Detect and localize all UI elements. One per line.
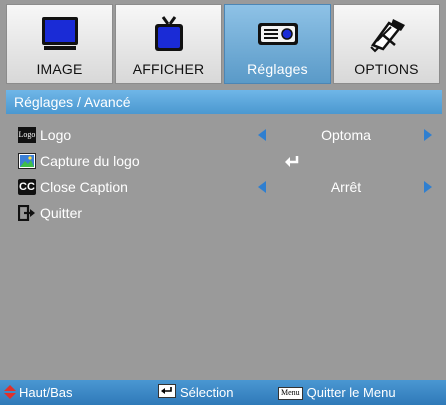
arrow-right-icon[interactable] [424, 181, 432, 193]
menu-item-close-caption[interactable]: CC Close Caption Arrêt [6, 176, 432, 198]
tab-label: Réglages [247, 61, 308, 77]
cc-icon: CC [18, 179, 36, 195]
help-select-label: Sélection [180, 385, 234, 400]
arrow-left-icon[interactable] [258, 181, 266, 193]
tab-afficher[interactable]: AFFICHER [115, 4, 222, 84]
breadcrumb: Réglages / Avancé [6, 90, 442, 114]
menu-item-value: Arrêt [330, 179, 362, 195]
menu-item-logo[interactable]: Logo Logo Optoma [6, 124, 432, 146]
osd-menu: IMAGE AFFICHER Réglages OPTIONS Réglages… [0, 0, 446, 405]
menu-item-label: Close Caption [40, 179, 128, 195]
up-down-icon [4, 385, 16, 399]
menu-item-label: Capture du logo [40, 153, 140, 169]
tv-icon [154, 16, 183, 51]
help-nav: Haut/Bas [4, 380, 72, 405]
tab-label: OPTIONS [354, 61, 419, 77]
exit-icon [18, 205, 35, 221]
menu-item-quitter[interactable]: Quitter [6, 202, 426, 224]
menu-key-icon: Menu [278, 387, 303, 401]
arrow-left-icon[interactable] [258, 129, 266, 141]
tab-options[interactable]: OPTIONS [333, 4, 440, 84]
tab-label: AFFICHER [132, 61, 205, 77]
menu-item-value: Optoma [321, 127, 371, 143]
enter-icon [158, 384, 176, 398]
menu-item-label: Quitter [40, 205, 83, 221]
menu-item-label: Logo [40, 127, 72, 143]
image-capture-icon [18, 153, 36, 169]
help-menu-label: Quitter le Menu [306, 385, 396, 400]
tab-label: IMAGE [36, 61, 83, 77]
projector-icon [257, 23, 298, 45]
help-menu: Menu Quitter le Menu [278, 380, 396, 405]
tab-image[interactable]: IMAGE [6, 4, 113, 84]
monitor-icon [41, 17, 78, 50]
menu-item-logo-capture[interactable]: Capture du logo [6, 150, 426, 172]
tab-reglages[interactable]: Réglages [224, 4, 331, 84]
help-select: Sélection [158, 380, 233, 405]
help-bar: Haut/Bas Sélection Menu Quitter le Menu [0, 380, 446, 405]
help-nav-label: Haut/Bas [19, 385, 73, 400]
logo-icon: Logo [18, 127, 36, 143]
tab-bar: IMAGE AFFICHER Réglages OPTIONS [6, 4, 440, 84]
tools-icon [369, 19, 405, 53]
arrow-right-icon[interactable] [424, 129, 432, 141]
enter-icon[interactable] [284, 154, 300, 168]
